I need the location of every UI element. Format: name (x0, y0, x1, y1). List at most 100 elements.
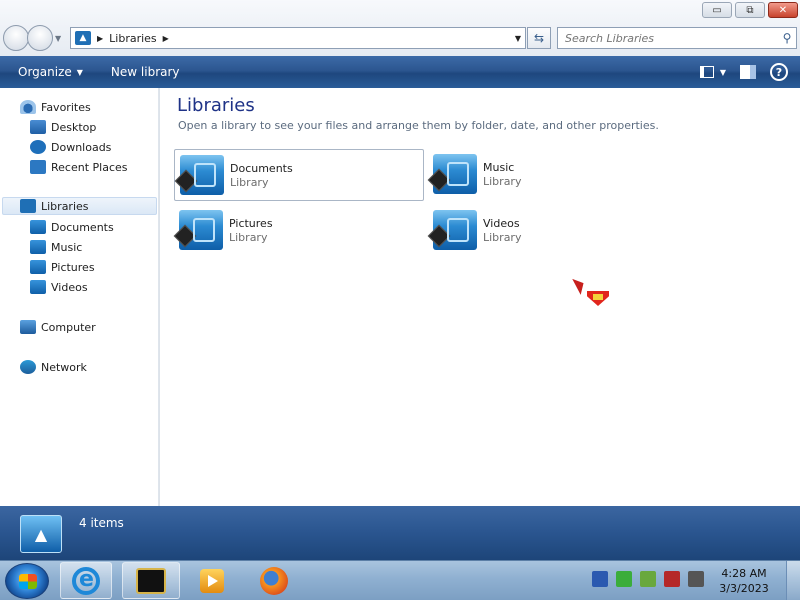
nav-pictures[interactable]: Pictures (30, 258, 95, 276)
nav-downloads[interactable]: Downloads (30, 138, 111, 156)
chevron-down-icon: ▼ (76, 67, 83, 77)
nav-pictures-label: Pictures (51, 260, 95, 274)
network-icon (20, 360, 36, 374)
nav-videos-label: Videos (51, 280, 88, 294)
taskbar-internet-explorer[interactable] (60, 562, 112, 599)
nav-desktop[interactable]: Desktop (30, 118, 96, 136)
libraries-icon (20, 199, 36, 213)
tile-name: Documents (230, 162, 293, 175)
nav-recent-places[interactable]: Recent Places (30, 158, 128, 176)
search-input[interactable] (558, 29, 778, 47)
tile-type: Library (483, 175, 522, 188)
nav-favorites-label: Favorites (41, 100, 91, 114)
search-box[interactable]: ⚲ (557, 27, 797, 49)
tile-type: Library (483, 231, 522, 244)
nav-network[interactable]: Network (20, 358, 87, 376)
command-bar-right: ▼ ? (699, 63, 788, 81)
new-library-label: New library (110, 65, 180, 79)
item-count: 4 items (79, 516, 124, 530)
tray-app-icon[interactable] (592, 571, 608, 587)
view-icon (699, 66, 714, 78)
library-tile-documents[interactable]: Documents Library (174, 149, 424, 201)
shortcut-badge-icon (427, 168, 451, 192)
close-button[interactable]: ✕ (768, 2, 798, 18)
libraries-large-icon: ▲ (20, 515, 62, 553)
clock-time: 4:28 AM (721, 567, 767, 580)
breadcrumb-libraries[interactable]: Libraries (109, 32, 157, 45)
taskbar-firefox[interactable] (248, 562, 300, 599)
page-title: Libraries (177, 95, 255, 116)
action-center-icon[interactable] (640, 571, 656, 587)
utorrent-icon[interactable] (616, 571, 632, 587)
refresh-icon: ⇆ (533, 31, 545, 45)
favorites-star-icon (20, 100, 36, 114)
nav-videos[interactable]: Videos (30, 278, 88, 296)
address-bar[interactable]: ▲ ▶ Libraries ▶ ▼ (70, 27, 526, 49)
search-icon[interactable]: ⚲ (778, 31, 796, 45)
nav-documents-label: Documents (51, 220, 114, 234)
nav-music-label: Music (51, 240, 83, 254)
pictures-icon (30, 260, 46, 274)
preview-pane-icon[interactable] (740, 65, 756, 79)
documents-library-icon (174, 155, 224, 195)
nav-libraries-label: Libraries (41, 199, 89, 213)
nav-recent-places-label: Recent Places (51, 160, 128, 174)
tile-type: Library (229, 231, 268, 244)
library-tile-pictures[interactable]: Pictures Library (173, 205, 424, 257)
tile-type: Library (230, 176, 269, 189)
nav-network-label: Network (41, 360, 87, 374)
volume-muted-icon[interactable] (688, 571, 704, 587)
chevron-down-icon: ▼ (719, 67, 726, 77)
breadcrumb-arrow-icon[interactable]: ▶ (163, 34, 169, 43)
minimize-button[interactable]: ▭ (702, 2, 732, 18)
change-view-button[interactable]: ▼ (699, 66, 726, 78)
system-tray (592, 571, 704, 587)
show-desktop-button[interactable] (786, 561, 800, 600)
mouse-cursor-icon (572, 275, 588, 295)
title-bar: ▭ ⧉ ✕ ▼ ▲ ▶ Libraries ▶ ▼ ⇆ ⚲ (0, 0, 800, 56)
nav-documents[interactable]: Documents (30, 218, 114, 236)
forward-button[interactable] (27, 25, 53, 51)
documents-icon (30, 220, 46, 234)
back-button[interactable] (3, 25, 29, 51)
nav-computer[interactable]: Computer (20, 318, 96, 336)
music-library-icon (427, 154, 477, 194)
restore-button[interactable]: ⧉ (735, 2, 765, 18)
videos-library-icon (427, 210, 477, 250)
desktop-icon (30, 120, 46, 134)
nav-downloads-label: Downloads (51, 140, 112, 154)
organize-menu[interactable]: Organize ▼ (18, 65, 83, 79)
library-tile-music[interactable]: Music Library (427, 149, 678, 201)
start-button[interactable] (5, 563, 49, 599)
library-tile-videos[interactable]: Videos Library (427, 205, 678, 257)
taskbar: 4:28 AM 3/3/2023 (0, 560, 800, 600)
firefox-icon (260, 566, 288, 595)
media-player-icon (200, 568, 224, 593)
shortcut-badge-icon (174, 169, 198, 193)
navigation-buttons: ▼ (3, 25, 65, 51)
nav-computer-label: Computer (41, 320, 96, 334)
music-icon (30, 240, 46, 254)
breadcrumb-arrow-icon[interactable]: ▶ (97, 34, 103, 43)
address-dropdown-icon[interactable]: ▼ (511, 34, 525, 43)
clock-date: 3/3/2023 (719, 582, 769, 595)
taskbar-media-player[interactable] (186, 562, 238, 599)
downloads-icon (30, 140, 46, 154)
nav-favorites[interactable]: Favorites (20, 98, 91, 116)
help-icon[interactable]: ? (770, 63, 788, 81)
refresh-button[interactable]: ⇆ (527, 27, 551, 49)
nav-libraries[interactable]: Libraries (2, 197, 157, 215)
shortcut-badge-icon (427, 224, 451, 248)
page-description: Open a library to see your files and arr… (178, 119, 659, 132)
content-pane: Libraries Open a library to see your fil… (160, 88, 800, 506)
nav-music[interactable]: Music (30, 238, 82, 256)
computer-icon (20, 320, 36, 334)
taskbar-windows-explorer[interactable] (122, 562, 180, 599)
superman-cursor-badge-icon (587, 291, 609, 306)
recent-pages-dropdown-icon[interactable]: ▼ (55, 34, 65, 43)
navigation-pane: Favorites Desktop Downloads Recent Place… (0, 88, 159, 506)
tile-name: Pictures (229, 217, 273, 230)
new-library-button[interactable]: New library (111, 65, 180, 79)
clock[interactable]: 4:28 AM 3/3/2023 (712, 566, 776, 596)
network-status-icon[interactable] (664, 571, 680, 587)
